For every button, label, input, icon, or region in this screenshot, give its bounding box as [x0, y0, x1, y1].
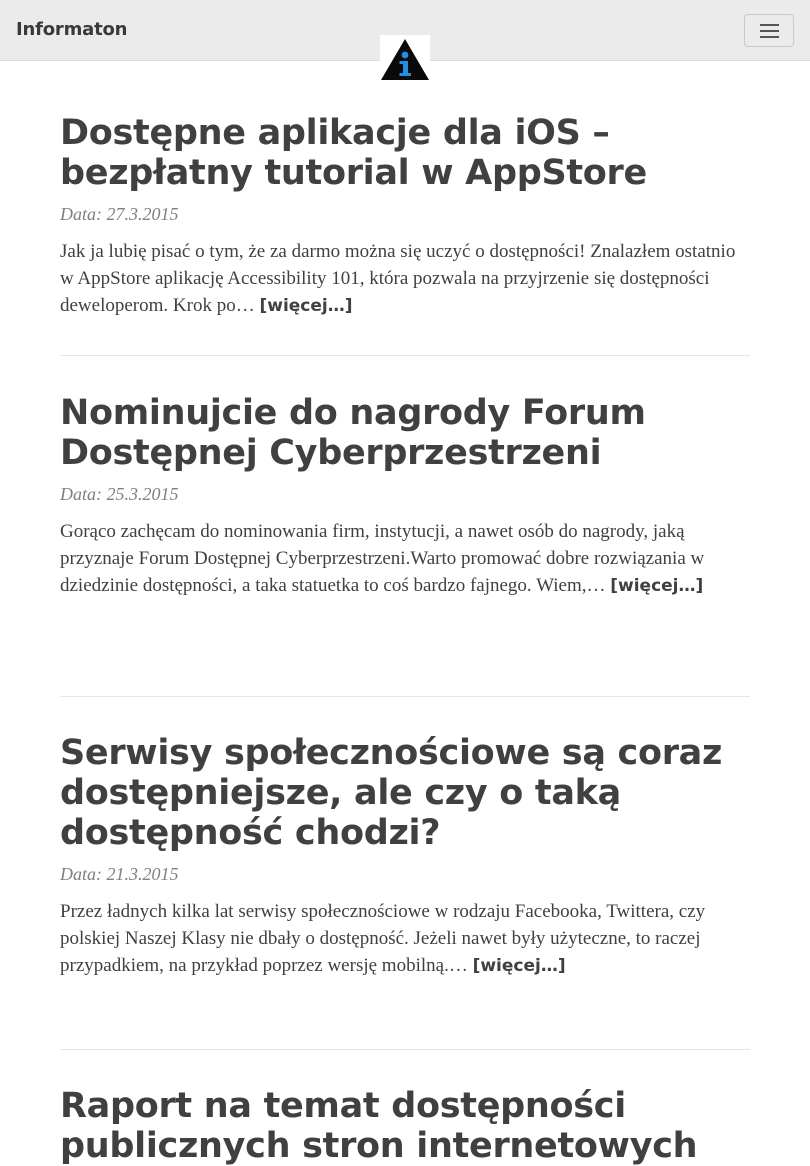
post-title-link[interactable]: Dostępne aplikacje dla iOS – bezpłatny t…: [60, 113, 647, 193]
read-more-link[interactable]: [więcej…]: [259, 296, 352, 316]
post-date: Data: 27.3.2015: [60, 204, 179, 224]
post-item: Nominujcie do nagrody Forum Dostępnej Cy…: [60, 393, 750, 697]
post-date: Data: 21.3.2015: [60, 864, 179, 884]
post-excerpt-text: Przez ładnych kilka lat serwisy społeczn…: [60, 901, 706, 976]
post-title: Raport na temat dostępności publicznych …: [60, 1086, 750, 1166]
post-excerpt: Gorąco zachęcam do nominowania firm, ins…: [60, 518, 750, 600]
post-list: Dostępne aplikacje dla iOS – bezpłatny t…: [60, 113, 750, 1166]
navbar-toggle-button[interactable]: [744, 14, 794, 47]
info-triangle-logo[interactable]: [380, 35, 430, 81]
post-title-link[interactable]: Nominujcie do nagrody Forum Dostępnej Cy…: [60, 393, 646, 473]
post-excerpt-text: Jak ja lubię pisać o tym, że za darmo mo…: [60, 241, 736, 316]
post-excerpt: Jak ja lubię pisać o tym, że za darmo mo…: [60, 238, 750, 320]
post-excerpt: Przez ładnych kilka lat serwisy społeczn…: [60, 898, 750, 980]
post-date: Data: 25.3.2015: [60, 484, 179, 504]
post-item: Raport na temat dostępności publicznych …: [60, 1086, 750, 1166]
post-title-link[interactable]: Raport na temat dostępności publicznych …: [60, 1086, 698, 1166]
post-excerpt-text: Gorąco zachęcam do nominowania firm, ins…: [60, 521, 705, 596]
info-logo-icon: [381, 39, 429, 80]
post-title-link[interactable]: Serwisy społecznościowe są coraz dostępn…: [60, 733, 722, 853]
post-title: Nominujcie do nagrody Forum Dostępnej Cy…: [60, 393, 750, 473]
site-brand-link[interactable]: Informaton: [16, 19, 127, 40]
post-item: Dostępne aplikacje dla iOS – bezpłatny t…: [60, 113, 750, 356]
read-more-link[interactable]: [więcej…]: [473, 956, 566, 976]
post-title: Dostępne aplikacje dla iOS – bezpłatny t…: [60, 113, 750, 193]
read-more-link[interactable]: [więcej…]: [610, 576, 703, 596]
post-item: Serwisy społecznościowe są coraz dostępn…: [60, 733, 750, 1050]
post-title: Serwisy społecznościowe są coraz dostępn…: [60, 733, 750, 853]
